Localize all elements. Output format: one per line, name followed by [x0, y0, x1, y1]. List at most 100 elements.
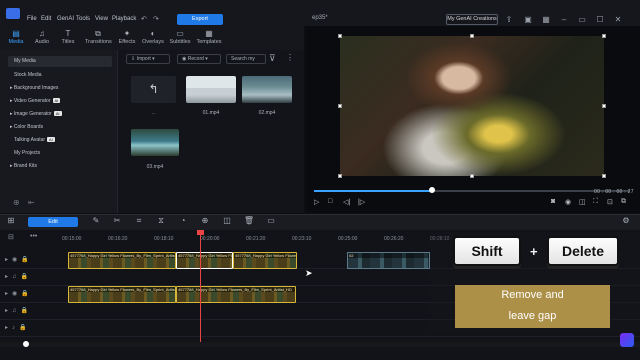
search-input[interactable]: Search my — [226, 54, 266, 64]
tab-titles[interactable]: T Titles — [55, 28, 81, 45]
resize-handle[interactable] — [470, 34, 474, 38]
close-icon[interactable]: ✕ — [612, 14, 624, 25]
timeline-scrollbar[interactable] — [0, 342, 640, 347]
pen-icon[interactable]: ✎ — [90, 216, 102, 225]
import-button[interactable]: ⇩ Import ▾ — [126, 54, 170, 64]
media-thumb-02[interactable] — [242, 76, 292, 103]
filter-icon[interactable]: ⊽ — [269, 53, 276, 64]
resize-handle[interactable] — [338, 174, 342, 178]
menu-playback[interactable]: Playback — [112, 0, 136, 26]
record-button[interactable]: ◉ Record ▾ — [177, 54, 221, 64]
play-icon[interactable]: ▷ — [314, 198, 319, 206]
redo-icon[interactable]: ↷ — [153, 15, 159, 23]
sidebar-item-background-images[interactable]: ▸ Background Images — [10, 85, 58, 91]
sidebar-item-image-generator[interactable]: ▸ Image Generator AI — [10, 111, 62, 117]
menu-tools[interactable]: Tools — [76, 0, 90, 26]
media-thumb-01[interactable] — [186, 76, 236, 103]
gift-icon[interactable]: ▣ — [522, 14, 534, 25]
resize-handle[interactable] — [602, 104, 606, 108]
track-controls[interactable]: ▸◉🔒 — [5, 256, 33, 263]
detach-icon[interactable]: ⧉ — [621, 198, 626, 206]
ruler-label: 00:21:20 — [246, 236, 266, 242]
edit-button[interactable]: Edit — [28, 217, 78, 227]
snapshot-icon[interactable]: ◙ — [551, 198, 555, 205]
resize-handle[interactable] — [470, 174, 474, 178]
track-controls[interactable]: ▸♫🔒 — [5, 273, 32, 280]
freeze-icon[interactable]: ◫ — [221, 216, 233, 225]
parent-folder-thumb[interactable]: ↰ — [131, 76, 176, 103]
track-controls[interactable]: ▸♫🔒 — [5, 307, 32, 314]
quality-icon[interactable]: ◉ — [565, 198, 571, 206]
preview-video[interactable] — [340, 36, 604, 176]
zoom-slider-knob[interactable] — [23, 341, 29, 347]
timeline-clip[interactable]: 4577768_Happy Girl Yellow Flowers_By_Fil… — [68, 286, 176, 303]
tab-templates[interactable]: ▦ Templates — [196, 28, 222, 45]
fullscreen-icon[interactable]: ⛶ — [593, 198, 598, 206]
upload-icon[interactable]: ⇪ — [503, 14, 515, 25]
seek-bar-progress — [314, 190, 432, 192]
sidebar-item-talking-avatar[interactable]: Talking Avatar AI — [14, 137, 55, 143]
sidebar-item-video-generator[interactable]: ▸ Video Generator AI — [10, 98, 61, 104]
audio-icon[interactable]: ◫ — [579, 198, 586, 206]
undo-icon[interactable]: ↶ — [141, 15, 147, 23]
tab-transitions[interactable]: ⧉ Transitions — [85, 28, 112, 45]
timeline-clip-selected[interactable]: 4577768_Happy Girl Yellow Flowers_By_Fil… — [176, 252, 233, 269]
export-button[interactable]: Export — [177, 14, 223, 25]
project-name: ep35* — [312, 15, 328, 21]
resize-handle[interactable] — [602, 174, 606, 178]
add-folder-icon[interactable]: ⊕ — [13, 198, 20, 207]
menu-genai[interactable]: GenAI — [57, 0, 74, 26]
resize-handle[interactable] — [338, 104, 342, 108]
next-frame-icon[interactable]: |▷ — [358, 198, 365, 206]
sidebar-item-stock-media[interactable]: Stock Media — [14, 72, 42, 78]
zoom-icon[interactable]: ⊡ — [607, 198, 613, 206]
track-controls[interactable]: ▸◉🔒 — [5, 290, 33, 297]
menu-view[interactable]: View — [95, 0, 108, 26]
timeline-clip[interactable]: 02 — [347, 252, 430, 269]
more-options-icon[interactable]: ••• — [30, 233, 37, 240]
crop-icon[interactable]: ⌗ — [133, 216, 145, 226]
resize-handle[interactable] — [602, 34, 606, 38]
sidebar-item-my-media[interactable]: My Media — [8, 56, 112, 67]
maximize-icon[interactable]: ☐ — [594, 14, 606, 25]
seek-knob[interactable] — [429, 187, 435, 193]
tab-subtitles[interactable]: ▭ Subtitles — [167, 28, 193, 45]
layout-icon[interactable]: ▭ — [576, 14, 588, 25]
tab-audio[interactable]: ♫ Audio — [29, 28, 55, 45]
playhead[interactable] — [200, 232, 201, 342]
my-genai-creations-button[interactable]: My GenAI Creations — [446, 14, 498, 25]
speed-icon[interactable]: ◔ — [177, 216, 189, 225]
overlays-icon: ◐ — [150, 29, 156, 38]
sidebar-item-brand-kits[interactable]: ▸ Brand Kits — [10, 163, 37, 169]
split-icon[interactable]: ✂ — [111, 216, 123, 225]
track-controls[interactable]: ▸♪🔒 — [5, 324, 30, 331]
settings-icon[interactable]: ⚙ — [620, 216, 632, 225]
media-thumb-03[interactable] — [131, 129, 179, 156]
grid-icon[interactable]: ▦ — [540, 14, 552, 25]
tab-overlays[interactable]: ◐ Overlays — [140, 28, 166, 45]
ruler-label: 00:20:00 — [200, 236, 220, 242]
timeline-clip[interactable]: 4577768_Happy Girl Yellow Flowers_By_Fil… — [176, 286, 296, 303]
previous-frame-icon[interactable]: ◁| — [343, 198, 350, 206]
timeline-clip[interactable]: 4577768_Happy Girl Yellow Flowers_By_Fil… — [68, 252, 176, 269]
tab-effects[interactable]: ✦ Effects — [114, 28, 140, 45]
tab-media[interactable]: ▤ Media — [3, 28, 29, 45]
sidebar-item-my-projects[interactable]: My Projects — [14, 150, 40, 156]
mirror-icon[interactable]: ⧖ — [155, 216, 167, 226]
target-icon[interactable]: ⊕ — [199, 216, 211, 225]
add-track-icon[interactable]: ⊞ — [5, 216, 17, 225]
menu-file[interactable]: File — [27, 0, 37, 26]
marker-icon[interactable]: ▭ — [265, 216, 277, 225]
titles-icon: T — [65, 29, 71, 38]
stop-icon[interactable]: □ — [328, 198, 332, 205]
sidebar-item-color-boards[interactable]: ▸ Color Boards — [10, 124, 43, 130]
delete-icon[interactable]: 🗑 — [243, 216, 255, 225]
track-manager-icon[interactable]: ⊟ — [8, 233, 14, 241]
playhead-handle[interactable] — [197, 230, 204, 235]
resize-handle[interactable] — [338, 34, 342, 38]
collapse-icon[interactable]: ⇤ — [28, 198, 35, 207]
minimize-icon[interactable]: – — [558, 14, 570, 25]
timeline-clip[interactable]: 4577768_Happy Girl Yellow Flowers_By_Fil… — [233, 252, 297, 269]
menu-edit[interactable]: Edit — [41, 0, 51, 26]
more-icon[interactable]: ⋮ — [286, 53, 294, 62]
